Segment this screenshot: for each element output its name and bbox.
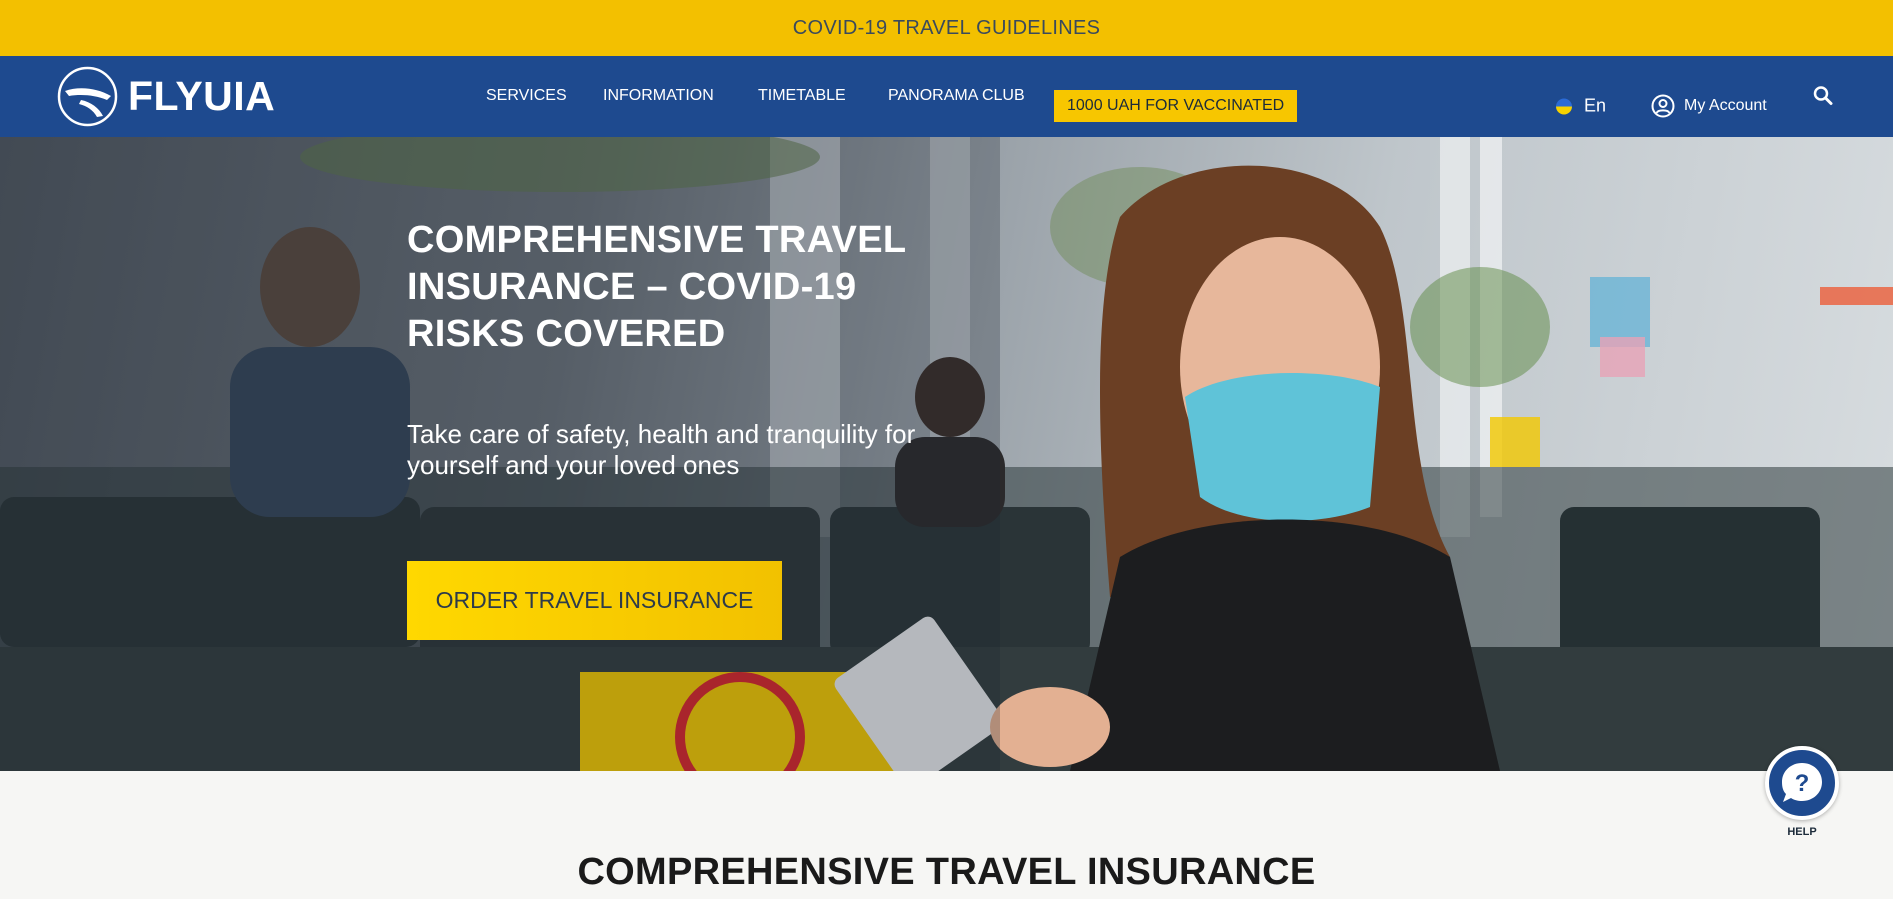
logo[interactable]: FLYUIA [57,66,275,127]
help-button[interactable]: ? HELP [1765,746,1839,838]
order-travel-insurance-button[interactable]: ORDER TRAVEL INSURANCE [407,561,782,640]
nav-services[interactable]: SERVICES [486,87,567,105]
logo-icon [57,66,118,127]
ukraine-flag-icon [1556,98,1572,114]
language-selector[interactable]: En [1556,96,1606,117]
main-header: FLYUIA SERVICES INFORMATION TIMETABLE PA… [0,56,1893,137]
search-icon [1813,86,1833,105]
help-circle[interactable]: ? [1765,746,1839,820]
section-title: COMPREHENSIVE TRAVEL INSURANCE [577,851,1316,893]
nav-information[interactable]: INFORMATION [603,87,714,105]
covid-guidelines-banner[interactable]: COVID-19 TRAVEL GUIDELINES [0,0,1893,56]
my-account-label: My Account [1684,97,1767,114]
chat-help-icon: ? [1782,763,1822,802]
my-account-link[interactable]: My Account [1651,94,1767,118]
search-button[interactable] [1813,86,1833,111]
nav-timetable[interactable]: TIMETABLE [758,87,846,105]
nav-vaccinated-promo[interactable]: 1000 UAH FOR VACCINATED [1054,90,1298,122]
user-icon [1651,94,1675,118]
hero-title: COMPREHENSIVE TRAVEL INSURANCE – COVID-1… [407,219,906,355]
language-label: En [1584,95,1607,116]
hero-banner: COMPREHENSIVE TRAVEL INSURANCE – COVID-1… [0,137,1893,771]
covid-guidelines-link[interactable]: COVID-19 TRAVEL GUIDELINES [793,17,1101,40]
logo-text: FLYUIA [128,73,276,119]
help-label: HELP [1787,826,1817,838]
hero-subtitle: Take care of safety, health and tranquil… [407,419,916,480]
svg-text:?: ? [1795,770,1810,797]
nav-panorama-club[interactable]: PANORAMA CLUB [888,87,1025,105]
